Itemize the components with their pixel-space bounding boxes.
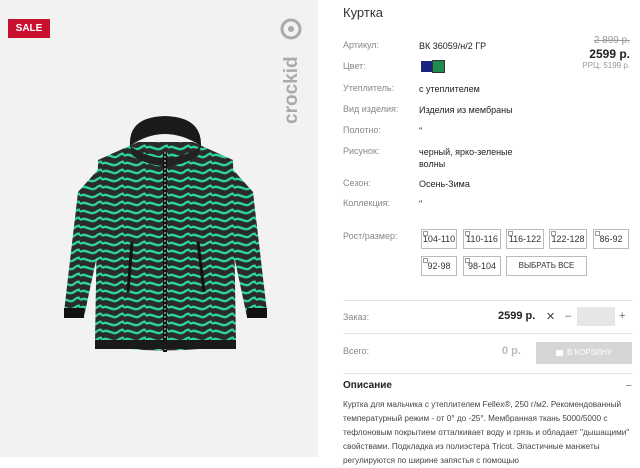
spec-label: Коллекция:	[343, 198, 391, 208]
divider	[343, 333, 633, 334]
size-checkbox[interactable]	[423, 231, 428, 236]
size-option[interactable]: 122-128	[549, 229, 587, 249]
order-label: Заказ:	[343, 312, 370, 322]
select-all-sizes-button[interactable]: ВЫБРАТЬ ВСЕ	[506, 256, 587, 276]
size-option[interactable]: 110-116	[463, 229, 501, 249]
size-label: 116-122	[508, 234, 542, 244]
spec-value: ВК 36059/н/2 ГР	[419, 41, 487, 51]
size-label: 98-104	[467, 261, 497, 271]
spec-label: Рисунок:	[343, 146, 380, 156]
brand-logo: crockid	[280, 18, 302, 124]
spec-label: Утеплитель:	[343, 83, 395, 93]
remove-icon[interactable]: ✕	[546, 310, 555, 323]
description-text: Куртка для мальчика с утеплителем Fellex…	[343, 400, 630, 465]
spec-value: с утеплителем	[419, 84, 480, 94]
sizes-label: Рост/размер:	[343, 231, 398, 241]
size-option[interactable]: 92-98	[421, 256, 457, 276]
spec-label: Вид изделия:	[343, 104, 399, 114]
recommended-retail-price: РРЦ: 5199 р.	[582, 61, 630, 70]
total-label: Всего:	[343, 346, 370, 356]
sale-badge: SALE	[8, 19, 50, 38]
product-info: Куртка 2 899 р. 2599 р. РРЦ: 5199 р. Арт…	[343, 0, 640, 465]
spec-value: черный, ярко-зеленые волны	[419, 147, 513, 169]
size-option[interactable]: 116-122	[506, 229, 544, 249]
add-to-cart-label: В КОРЗИНУ	[567, 348, 612, 357]
size-checkbox[interactable]	[465, 231, 470, 236]
size-option[interactable]: 104-110	[421, 229, 457, 249]
total-value: 0 р.	[502, 345, 521, 357]
add-to-cart-button[interactable]: В КОРЗИНУ	[536, 342, 632, 364]
description-title: Описание	[343, 380, 392, 391]
jacket-image[interactable]	[58, 112, 273, 357]
product-image-panel: SALE crockid	[0, 0, 318, 457]
size-label: 92-98	[427, 261, 451, 271]
collapse-icon[interactable]: –	[626, 380, 632, 391]
increase-quantity-button[interactable]: +	[619, 310, 625, 322]
current-price: 2599 р.	[589, 47, 630, 61]
spec-value: "	[419, 199, 423, 209]
order-price: 2599 р.	[498, 310, 536, 322]
color-swatch-navy[interactable]	[421, 61, 432, 72]
cart-icon	[556, 349, 564, 356]
size-checkbox[interactable]	[423, 258, 428, 263]
spec-label: Сезон:	[343, 178, 371, 188]
size-label: 122-128	[551, 234, 585, 244]
divider	[343, 300, 633, 301]
color-swatch-green[interactable]	[432, 60, 445, 73]
spec-label: Полотно:	[343, 125, 382, 135]
size-option[interactable]: 98-104	[463, 256, 501, 276]
spec-value: Осень-Зима	[419, 179, 470, 189]
size-checkbox[interactable]	[551, 231, 556, 236]
size-checkbox[interactable]	[595, 231, 600, 236]
size-label: 86-92	[599, 234, 623, 244]
brand-logo-text: crockid	[281, 56, 302, 124]
divider	[343, 373, 633, 374]
quantity-input[interactable]	[577, 307, 615, 326]
spec-value: Изделия из мембраны	[419, 105, 513, 115]
size-checkbox[interactable]	[465, 258, 470, 263]
product-title: Куртка	[343, 5, 384, 20]
size-label: 110-116	[466, 234, 498, 244]
size-checkbox[interactable]	[508, 231, 513, 236]
spec-label: Артикул:	[343, 40, 380, 50]
decrease-quantity-button[interactable]: –	[565, 310, 571, 322]
old-price: 2 899 р.	[593, 35, 630, 46]
spec-value: "	[419, 126, 423, 136]
size-option[interactable]: 86-92	[593, 229, 629, 249]
spec-label: Цвет:	[343, 61, 366, 71]
